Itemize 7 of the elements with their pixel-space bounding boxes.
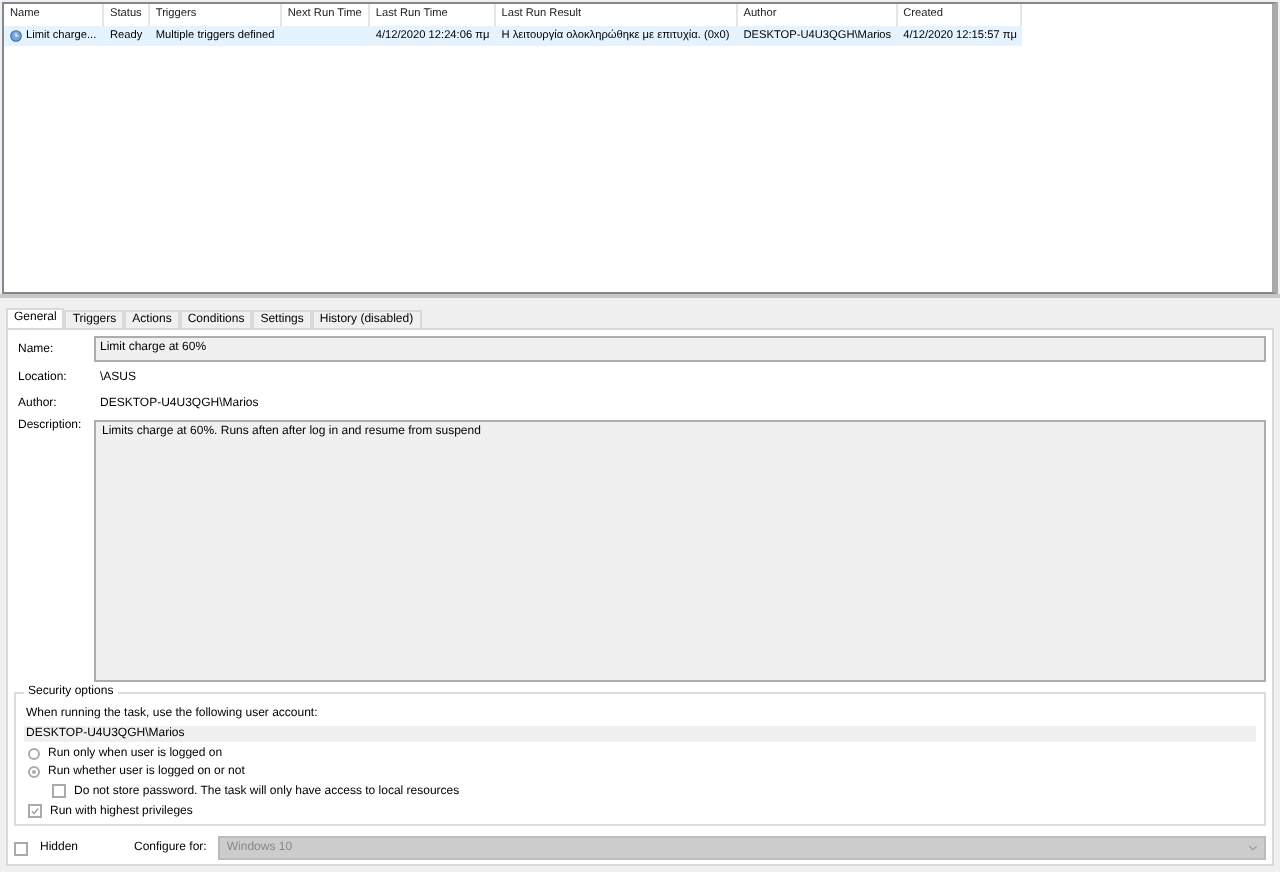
caret-icon: [1248, 844, 1258, 852]
radio-button[interactable]: [28, 748, 40, 760]
checkbox[interactable]: [28, 804, 42, 818]
clock-icon: [10, 30, 22, 42]
checkbox[interactable]: [14, 841, 28, 855]
checkbox[interactable]: [52, 784, 66, 798]
radio-button[interactable]: [28, 766, 40, 778]
